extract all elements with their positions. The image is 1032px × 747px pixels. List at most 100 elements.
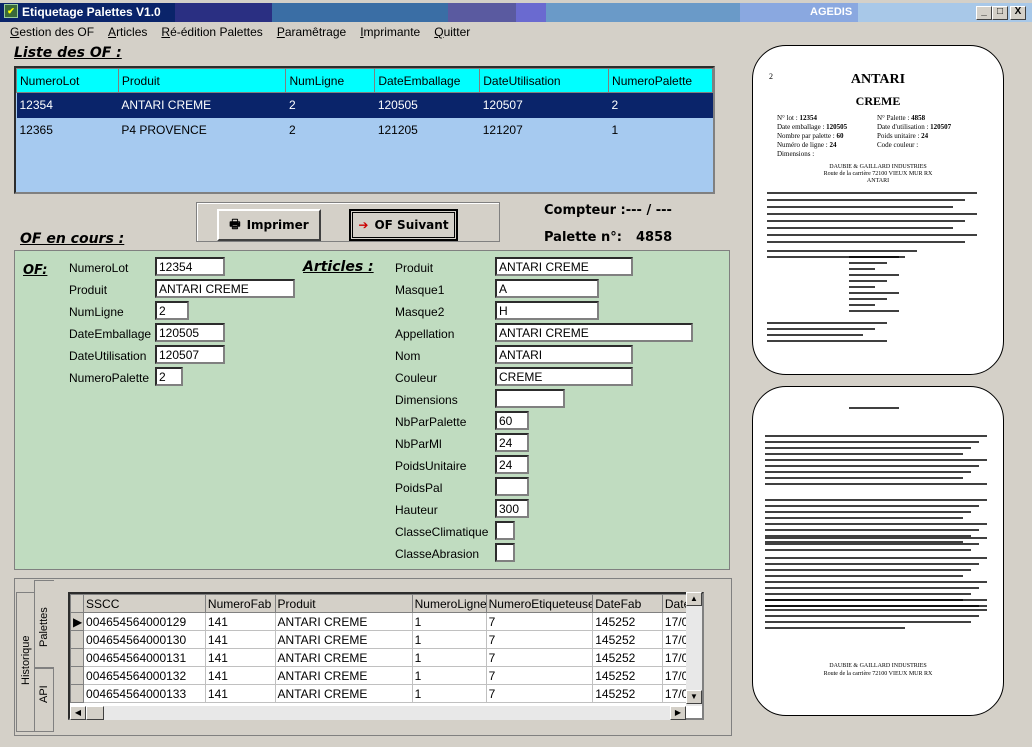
of-field-label: NumeroPalette: [69, 371, 150, 385]
article-field-value[interactable]: [495, 477, 529, 496]
col-produit[interactable]: Produit: [117, 68, 287, 93]
article-field-label: ClasseClimatique: [395, 525, 489, 539]
col-datefab[interactable]: DateFab: [592, 594, 663, 613]
current-of-panel: OF: Articles : NumeroLot 12354 Produit AN…: [14, 250, 730, 570]
table-row[interactable]: 004654564000132 141 ANTARI CREME 1 7 145252 17…: [70, 666, 702, 685]
table-row[interactable]: 004654564000130 141 ANTARI CREME 1 7 145252 17…: [70, 630, 702, 649]
article-field-label: PoidsUnitaire: [395, 459, 467, 473]
table-row[interactable]: 004654564000133 141 ANTARI CREME 1 7 145252 17…: [70, 684, 702, 703]
next-arrow-icon: ➔: [358, 218, 369, 232]
menu-parametrage[interactable]: Paramêtrage: [269, 23, 352, 41]
printer-icon: 🖶: [229, 216, 241, 231]
tab-palettes[interactable]: Palettes: [34, 580, 54, 668]
menu-reedition-palettes[interactable]: Ré-édition Palettes: [153, 23, 268, 41]
col-numerofab[interactable]: NumeroFab: [204, 594, 276, 613]
article-field-label: PoidsPal: [395, 481, 443, 495]
next-of-button[interactable]: ➔ OF Suivant: [349, 209, 458, 241]
col-numeroligne[interactable]: NumeroLigne: [411, 594, 487, 613]
of-field-label: DateUtilisation: [69, 349, 147, 363]
of-field-value[interactable]: 2: [155, 367, 183, 386]
article-field-value[interactable]: ANTARI CREME: [495, 323, 693, 342]
article-field-value[interactable]: 60: [495, 411, 529, 430]
label-preview-page-1: 2 ANTARI CREME N° lot : 12354 Date emball…: [752, 45, 1004, 375]
article-field-value[interactable]: [495, 521, 515, 540]
article-field-value[interactable]: A: [495, 279, 599, 298]
col-numeropalette[interactable]: NumeroPalette: [608, 68, 713, 93]
action-panel: 🖶 Imprimer ➔ OF Suivant: [196, 202, 500, 242]
col-sscc[interactable]: SSCC: [83, 594, 206, 613]
article-field-label: ClasseAbrasion: [395, 547, 480, 561]
of-field-value[interactable]: 120505: [155, 323, 225, 342]
current-of-title: OF en cours :: [20, 231, 125, 247]
tab-historique[interactable]: Historique: [16, 592, 36, 732]
scroll-down-icon[interactable]: ▼: [686, 690, 702, 704]
menu-imprimante[interactable]: Imprimante: [352, 23, 426, 41]
scroll-left-icon[interactable]: ◀: [70, 706, 86, 720]
of-field-value[interactable]: 12354: [155, 257, 225, 276]
col-dateutilisation[interactable]: DateUtilisation: [479, 68, 610, 93]
of-field-label: DateEmballage: [69, 327, 152, 341]
article-field-label: Appellation: [395, 327, 455, 341]
of-field-value[interactable]: ANTARI CREME: [155, 279, 295, 298]
table-row[interactable]: 004654564000131 141 ANTARI CREME 1 7 145252 17…: [70, 648, 702, 667]
col-numerolot[interactable]: NumeroLot: [16, 68, 119, 93]
table-row[interactable]: 12354 ANTARI CREME 2 120505 120507 2: [16, 92, 713, 118]
maximize-button[interactable]: □: [992, 6, 1008, 20]
palette-value: 4858: [636, 230, 673, 245]
article-field-value[interactable]: 300: [495, 499, 529, 518]
of-field-label: Produit: [69, 283, 108, 297]
article-field-label: Nom: [395, 349, 421, 363]
article-field-label: Dimensions: [395, 393, 458, 407]
table-row[interactable]: 12365 P4 PROVENCE 2 121205 121207 1: [17, 118, 713, 143]
article-field-label: Hauteur: [395, 503, 438, 517]
of-field-value[interactable]: 2: [155, 301, 189, 320]
of-field-label: NumLigne: [69, 305, 124, 319]
brand-label: AGEDIS: [810, 6, 853, 18]
label-preview-page-2: DAUBIE & GAILLARD INDUSTRIES Route de la…: [752, 386, 1004, 716]
article-field-label: NbParPalette: [395, 415, 467, 429]
menu-gestion-of[interactable]: Gestion des OF: [0, 23, 100, 41]
article-field-label: Couleur: [395, 371, 438, 385]
article-field-value[interactable]: ANTARI CREME: [495, 257, 633, 276]
article-field-value[interactable]: ANTARI: [495, 345, 633, 364]
col-numligne[interactable]: NumLigne: [285, 68, 376, 93]
scroll-thumb[interactable]: [86, 706, 104, 720]
col-produit[interactable]: Produit: [274, 594, 413, 613]
history-horizontal-scrollbar[interactable]: ◀ ▶: [70, 706, 686, 720]
col-dateemballage[interactable]: DateEmballage: [374, 68, 481, 93]
col-numeroetiqueteuse[interactable]: NumeroEtiqueteuse: [485, 594, 594, 613]
article-field-value[interactable]: 24: [495, 455, 529, 474]
print-button[interactable]: 🖶 Imprimer: [217, 209, 321, 241]
history-vertical-scrollbar[interactable]: ▲ ▼: [686, 592, 702, 706]
of-list-title: Liste des OF :: [14, 45, 122, 61]
counter-label: Compteur :--- / ---: [544, 203, 672, 218]
article-field-value[interactable]: [495, 543, 515, 562]
menu-articles[interactable]: Articles: [100, 23, 153, 41]
article-field-value[interactable]: CREME: [495, 367, 633, 386]
scroll-right-icon[interactable]: ▶: [670, 706, 686, 720]
article-field-label: Masque2: [395, 305, 445, 319]
table-row[interactable]: ▶ 004654564000129 141 ANTARI CREME 1 7 145252 1…: [70, 612, 702, 631]
of-list-grid[interactable]: NumeroLot Produit NumLigne DateEmballage…: [14, 66, 715, 194]
title-bar: ✔ Etiquetage Palettes V1.0 AGEDIS _ □ X: [0, 0, 1032, 22]
scroll-up-icon[interactable]: ▲: [686, 592, 702, 606]
of-field-label: NumeroLot: [69, 261, 129, 275]
palette-label: Palette n°:: [544, 230, 622, 245]
of-field-value[interactable]: 120507: [155, 345, 225, 364]
article-field-label: Produit: [395, 261, 434, 275]
articles-sublabel: Articles :: [303, 259, 374, 275]
of-sublabel: OF:: [23, 263, 48, 278]
app-icon: ✔: [4, 4, 18, 18]
article-field-value[interactable]: 24: [495, 433, 529, 452]
minimize-button[interactable]: _: [976, 6, 992, 20]
article-field-label: Masque1: [395, 283, 445, 297]
menu-bar: Gestion des OF Articles Ré-édition Palet…: [0, 23, 1032, 41]
window-title: Etiquetage Palettes V1.0: [22, 5, 161, 19]
tab-api[interactable]: API: [34, 668, 54, 732]
article-field-value[interactable]: H: [495, 301, 599, 320]
close-button[interactable]: X: [1010, 6, 1026, 20]
menu-quitter[interactable]: Quitter: [426, 23, 476, 41]
history-grid[interactable]: SSCC NumeroFab Produit NumeroLigne Numer…: [68, 592, 704, 720]
article-field-label: NbParMl: [395, 437, 442, 451]
article-field-value[interactable]: [495, 389, 565, 408]
